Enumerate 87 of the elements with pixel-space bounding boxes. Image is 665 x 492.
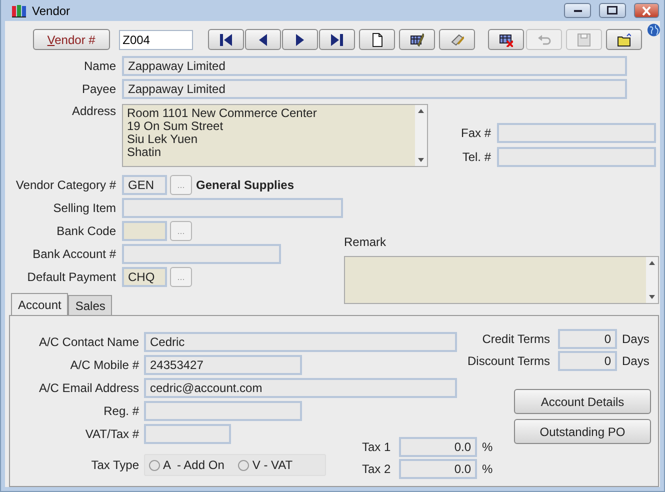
input-field[interactable]: cedric@account.com <box>144 378 457 398</box>
close-icon <box>642 6 651 16</box>
last-record-icon <box>330 32 344 46</box>
field-label: Fax # <box>460 126 491 140</box>
window-title: Vendor <box>32 4 72 18</box>
paper-pen-icon <box>450 32 464 46</box>
folder-button[interactable] <box>606 29 642 50</box>
field-label: Tax 1 <box>362 440 391 454</box>
field-label: Tax Type <box>90 458 139 472</box>
input-field[interactable]: Zappaway Limited <box>122 56 627 76</box>
input-field[interactable]: Cedric <box>144 332 457 352</box>
field-label: Default Payment <box>26 270 116 284</box>
vendor-number-button[interactable]: Vendor # <box>33 29 110 50</box>
app-icon <box>11 2 27 18</box>
radio-option[interactable]: A - Add On <box>149 458 224 472</box>
category-description: General Supplies <box>196 178 294 192</box>
input-field[interactable] <box>497 147 656 167</box>
minimize-button[interactable] <box>564 3 591 18</box>
vendor-number-field[interactable]: Z004 <box>118 30 193 50</box>
input-field[interactable] <box>144 424 231 444</box>
input-field[interactable] <box>122 221 167 241</box>
new-document-icon <box>370 32 384 46</box>
unit-label: Days <box>622 332 650 346</box>
save-icon <box>576 32 591 46</box>
scroll-up-icon <box>649 261 655 265</box>
table-pencil-icon <box>410 32 424 46</box>
input-field[interactable] <box>122 198 343 218</box>
field-label: Bank Account # <box>32 247 116 261</box>
input-field[interactable]: Zappaway Limited <box>122 79 627 99</box>
field-label: A/C Mobile # <box>69 358 139 372</box>
first-record-icon <box>218 32 233 46</box>
paper-pen-button[interactable] <box>438 29 475 50</box>
scrollbar[interactable] <box>646 257 658 303</box>
input-field[interactable] <box>122 244 281 264</box>
input-field[interactable]: 0.0 <box>399 437 477 457</box>
last-record-button[interactable] <box>318 29 355 50</box>
table-cross-button[interactable] <box>488 29 524 50</box>
account-details-button[interactable]: Account Details <box>514 389 651 414</box>
field-label: Bank Code <box>56 224 116 238</box>
previous-button[interactable] <box>244 29 281 50</box>
maximize-button[interactable] <box>599 3 626 18</box>
field-label: Selling Item <box>52 201 116 215</box>
scrollbar[interactable] <box>415 105 427 166</box>
folder-icon <box>616 32 631 46</box>
input-field[interactable]: 0 <box>558 351 617 371</box>
field-label: A/C Contact Name <box>38 335 139 349</box>
input-field[interactable] <box>144 401 302 421</box>
input-field[interactable]: 0 <box>558 329 617 349</box>
minimize-icon <box>574 10 582 12</box>
new-document-button[interactable] <box>358 29 395 50</box>
input-field[interactable]: GEN <box>122 175 167 195</box>
table-cross-icon <box>498 32 513 46</box>
table-pencil-button[interactable] <box>398 29 435 50</box>
field-label: VAT/Tax # <box>84 427 139 441</box>
field-label: Tel. # <box>461 150 491 164</box>
field-label: Tax 2 <box>362 462 391 476</box>
close-button[interactable] <box>634 3 659 18</box>
input-field[interactable]: 0.0 <box>399 459 477 479</box>
unit-label: % <box>482 440 493 454</box>
address-field[interactable]: Room 1101 New Commerce Center 19 On Sum Street Siu Lek Yuen Shatin <box>122 104 428 167</box>
scroll-down-icon <box>649 295 655 299</box>
field-label: Vendor Category # <box>14 178 116 192</box>
field-label: Address <box>70 104 116 120</box>
field-label: Name <box>82 59 116 73</box>
input-field[interactable] <box>497 123 656 143</box>
maximize-icon <box>607 6 618 15</box>
field-label: Reg. # <box>102 404 139 418</box>
next-button[interactable] <box>282 29 318 50</box>
scroll-up-icon <box>418 109 424 113</box>
input-field[interactable]: CHQ <box>122 267 167 287</box>
scroll-down-icon <box>418 158 424 162</box>
outstanding-po-button[interactable]: Outstanding PO <box>514 419 651 444</box>
first-record-button[interactable] <box>208 29 244 50</box>
field-label: Discount Terms <box>466 354 550 368</box>
tab[interactable]: Sales <box>68 295 112 315</box>
unit-label: % <box>482 462 493 476</box>
undo-icon <box>536 32 551 46</box>
globe-icon <box>646 23 660 37</box>
input-field[interactable]: 24353427 <box>144 355 302 375</box>
field-label: Credit Terms <box>481 332 550 346</box>
tab[interactable]: Account <box>11 293 68 315</box>
unit-label: Days <box>622 354 650 368</box>
remark-field[interactable] <box>344 256 659 304</box>
field-label: Remark <box>344 235 388 251</box>
field-label: Payee <box>80 82 116 96</box>
radio-option[interactable]: V - VAT <box>238 458 293 472</box>
field-label: A/C Email Address <box>38 381 139 395</box>
